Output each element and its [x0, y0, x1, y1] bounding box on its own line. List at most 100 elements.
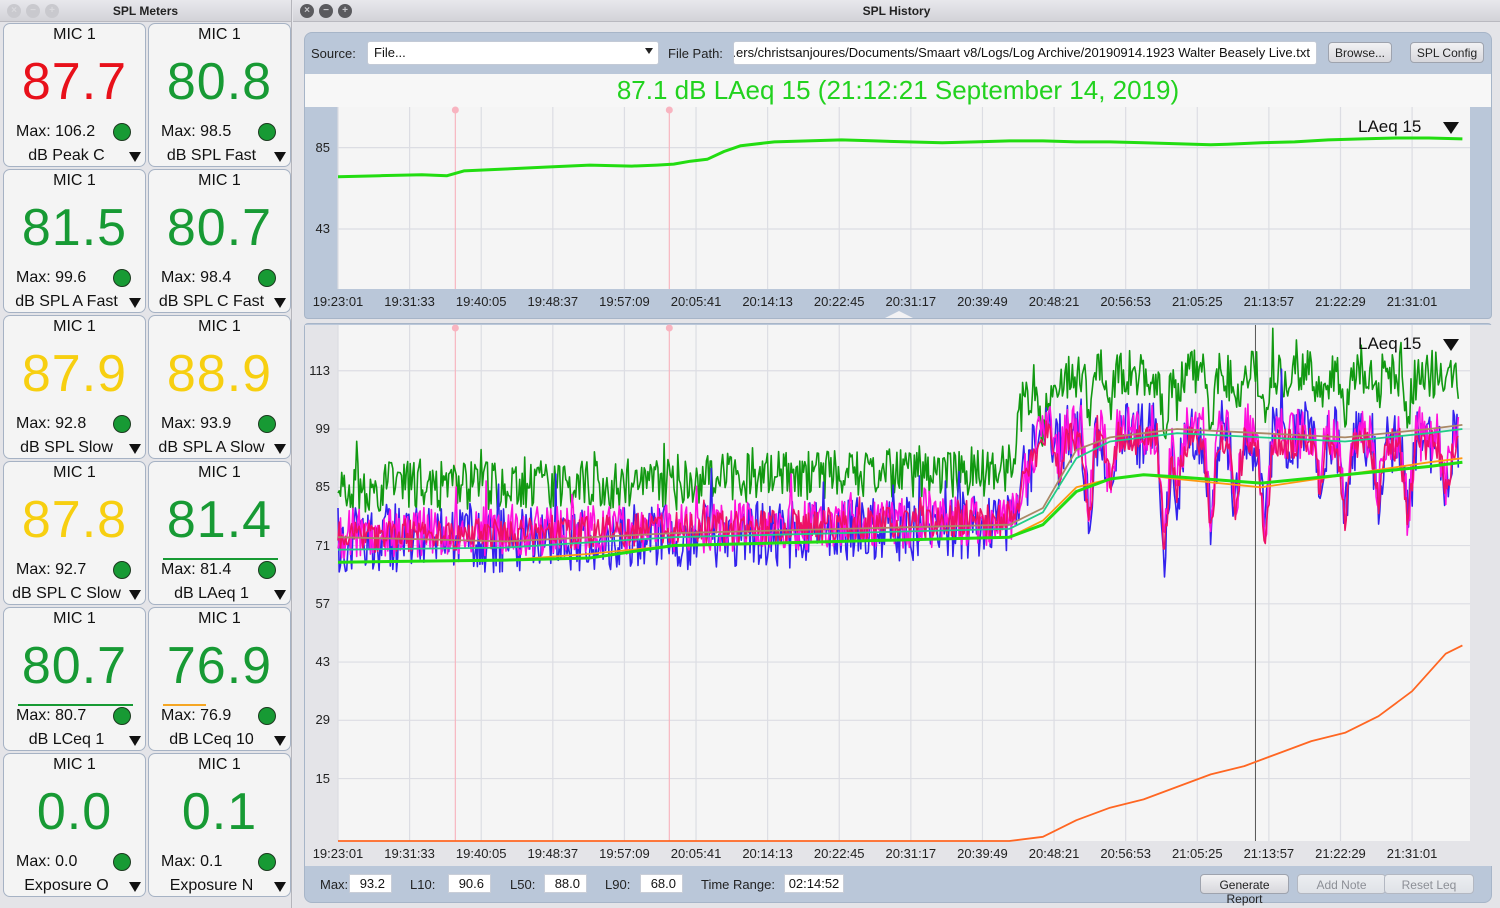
- mic-label: MIC 1: [198, 26, 241, 43]
- chevron-down-icon[interactable]: [129, 736, 141, 746]
- mic-label: MIC 1: [53, 464, 96, 481]
- source-select[interactable]: File...: [367, 41, 659, 65]
- series-laeq-15: [337, 136, 1463, 179]
- meter-max: Max: 0.1: [161, 853, 223, 870]
- x-tick-label: 20:05:41: [670, 846, 722, 861]
- chevron-down-icon[interactable]: [129, 882, 141, 892]
- x-tick-label: 20:48:21: [1028, 846, 1080, 861]
- current-level-headline: 87.1 dB LAeq 15 (21:12:21 September 14, …: [305, 74, 1491, 107]
- l50-label: L50:: [510, 877, 536, 892]
- detail-chart: [337, 324, 1470, 842]
- status-indicator-icon: [113, 415, 131, 433]
- meter-unit-label: Exposure N: [169, 877, 254, 894]
- y-tick-label: 71: [315, 537, 330, 553]
- meter-unit-label: dB Peak C: [28, 147, 105, 164]
- filepath-field[interactable]: ...ers/christsanjoures/Documents/Smaart …: [733, 41, 1317, 65]
- chevron-down-icon[interactable]: [274, 736, 286, 746]
- x-tick-label: 21:05:25: [1171, 294, 1223, 309]
- note-marker-dot[interactable]: [665, 324, 673, 332]
- splitter-handle-icon[interactable]: [885, 311, 913, 318]
- l10-label: L10:: [410, 877, 436, 892]
- meter-unit-label: dB LCeq 10: [169, 731, 254, 748]
- note-marker-dot[interactable]: [451, 106, 459, 114]
- x-tick-label: 19:23:01: [312, 846, 364, 861]
- meter-tile[interactable]: MIC 1 76.9 Max: 76.9 dB LCeq 10: [148, 607, 291, 751]
- meter-max: Max: 80.7: [16, 707, 87, 724]
- status-indicator-icon: [258, 561, 276, 579]
- chevron-down-icon[interactable]: [129, 444, 141, 454]
- note-marker-dot[interactable]: [451, 324, 459, 332]
- generate-report-button[interactable]: Generate Report: [1200, 874, 1289, 906]
- chevron-down-icon[interactable]: [1443, 122, 1459, 134]
- meter-tile[interactable]: MIC 1 88.9 Max: 93.9 dB SPL A Slow: [148, 315, 291, 459]
- note-marker-dot[interactable]: [665, 106, 673, 114]
- meter-value: 0.0: [36, 783, 113, 841]
- mic-label: MIC 1: [198, 610, 241, 627]
- meter-tile[interactable]: MIC 1 87.7 Max: 106.2 dB Peak C: [3, 23, 146, 167]
- chevron-down-icon[interactable]: [274, 590, 286, 600]
- meter-tile[interactable]: MIC 1 81.5 Max: 99.6 dB SPL A Fast: [3, 169, 146, 313]
- x-tick-label: 21:22:29: [1315, 846, 1366, 861]
- y-tick-label: 57: [315, 595, 330, 611]
- meter-tile[interactable]: MIC 1 80.8 Max: 98.5 dB SPL Fast: [148, 23, 291, 167]
- status-indicator-icon: [258, 269, 276, 287]
- chevron-down-icon[interactable]: [129, 152, 141, 162]
- add-note-button[interactable]: Add Note: [1297, 874, 1386, 894]
- y-tick-label: 113: [309, 362, 330, 378]
- x-tick-label: 19:40:05: [455, 294, 507, 309]
- chevron-down-icon[interactable]: [129, 298, 141, 308]
- reset-leq-button[interactable]: Reset Leq: [1384, 874, 1474, 894]
- browse-button[interactable]: Browse...: [1328, 42, 1392, 63]
- series-exposure: [338, 644, 1463, 842]
- mic-label: MIC 1: [198, 464, 241, 481]
- x-tick-label: 20:39:49: [957, 846, 1008, 861]
- max-label: Max:: [320, 877, 349, 892]
- y-tick-label: 15: [315, 770, 330, 786]
- mic-label: MIC 1: [53, 318, 96, 335]
- meter-tile[interactable]: MIC 1 87.9 Max: 92.8 dB SPL Slow: [3, 315, 146, 459]
- chevron-down-icon[interactable]: [274, 152, 286, 162]
- meter-tile[interactable]: MIC 1 87.8 Max: 92.7 dB SPL C Slow: [3, 461, 146, 605]
- meter-tile[interactable]: MIC 1 80.7 Max: 98.4 dB SPL C Fast: [148, 169, 291, 313]
- meter-tile[interactable]: MIC 1 81.4 Max: 81.4 dB LAeq 1: [148, 461, 291, 605]
- meter-value: 80.7: [166, 199, 273, 257]
- chevron-down-icon[interactable]: [274, 882, 286, 892]
- x-tick-label: 21:05:25: [1171, 846, 1223, 861]
- meter-tile[interactable]: MIC 1 0.1 Max: 0.1 Exposure N: [148, 753, 291, 897]
- x-tick-label: 19:31:33: [384, 846, 435, 861]
- status-indicator-icon: [113, 123, 131, 141]
- mic-label: MIC 1: [198, 756, 241, 773]
- meter-unit-label: Exposure O: [24, 877, 109, 894]
- chevron-down-icon[interactable]: [274, 298, 286, 308]
- chevron-down-icon[interactable]: [1443, 339, 1459, 351]
- meter-unit-label: dB SPL C Fast: [158, 293, 265, 310]
- meter-tile[interactable]: MIC 1 0.0 Max: 0.0 Exposure O: [3, 753, 146, 897]
- window-title: SPL Meters: [112, 4, 179, 18]
- meter-unit-label: dB SPL A Fast: [15, 293, 118, 310]
- chevron-down-icon: [645, 48, 653, 54]
- window-title: SPL History: [862, 4, 931, 18]
- spl-meters-window: × − + SPL Meters MIC 1 87.7 Max: 106.2 d…: [0, 0, 292, 908]
- y-tick-label: 85: [315, 479, 330, 495]
- time-range-value: 02:14:52: [784, 874, 844, 893]
- y-tick-label: 29: [315, 712, 330, 728]
- l10-value: 90.6: [448, 874, 491, 893]
- meter-max: Max: 81.4: [161, 561, 232, 578]
- max-value: 93.2: [349, 874, 392, 893]
- detail-y-axis-bg: [305, 325, 338, 841]
- chevron-down-icon[interactable]: [129, 590, 141, 600]
- meter-tile[interactable]: MIC 1 80.7 Max: 80.7 dB LCeq 1: [3, 607, 146, 751]
- spl-config-button[interactable]: SPL Config: [1410, 42, 1484, 63]
- x-tick-label: 20:48:21: [1028, 294, 1080, 309]
- time-range-label: Time Range:: [701, 877, 775, 892]
- meter-max: Max: 76.9: [161, 707, 232, 724]
- meter-unit-label: dB LCeq 1: [28, 731, 105, 748]
- y-tick-label: 99: [315, 421, 330, 437]
- detail-legend: LAeq 15: [1358, 334, 1422, 353]
- status-indicator-icon: [258, 707, 276, 725]
- meter-max: Max: 92.8: [16, 415, 87, 432]
- chevron-down-icon[interactable]: [274, 444, 286, 454]
- meter-value: 0.1: [181, 783, 258, 841]
- meter-level-bar: [163, 704, 206, 706]
- meter-level-bar: [163, 558, 278, 560]
